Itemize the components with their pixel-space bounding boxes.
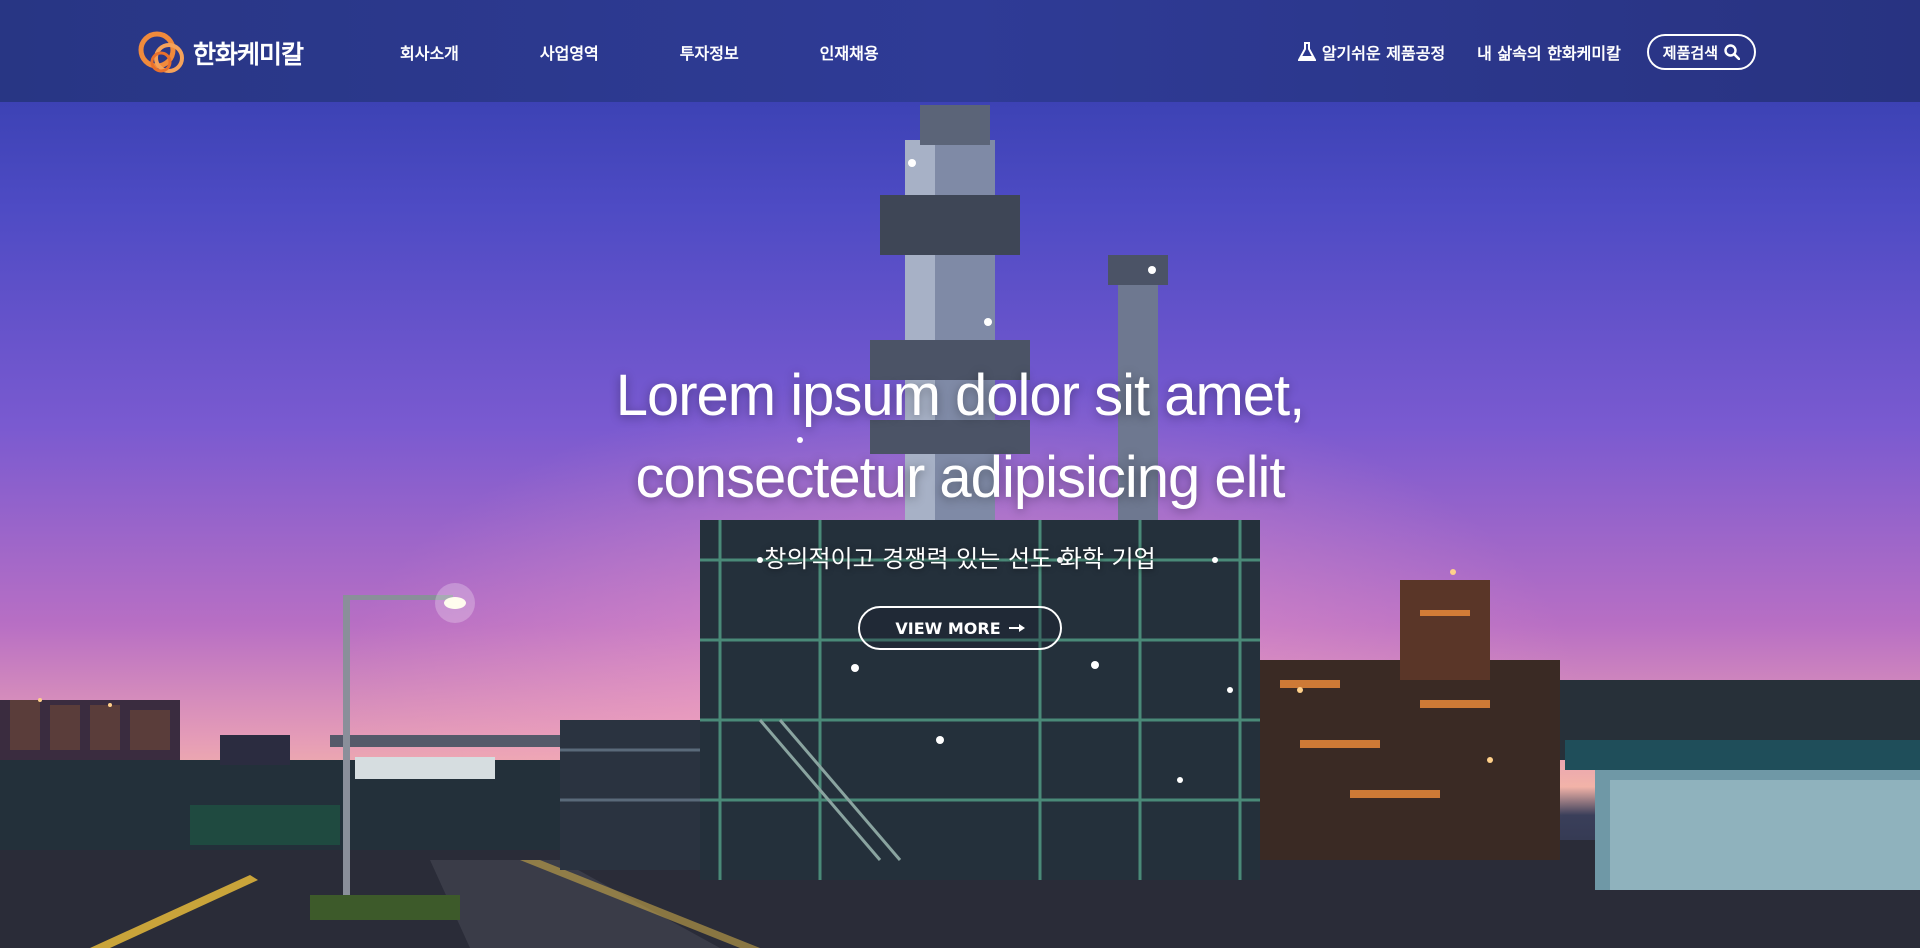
product-search-label: 제품검색 <box>1662 43 1718 62</box>
flask-icon <box>1297 42 1316 61</box>
hero-title-line-2: consectetur adipisicing elit <box>635 445 1285 510</box>
hero-subtitle: 창의적이고 경쟁력 있는 선도 화학 기업 <box>764 545 1156 573</box>
utility-links: 알기쉬운 제품공정 내 삶속의 한화케미칼 제품검색 <box>1297 34 1756 70</box>
product-process-label: 알기쉬운 제품공정 <box>1321 44 1446 63</box>
nav-item-investor[interactable]: 투자정보 <box>680 40 739 64</box>
logo-mark <box>138 31 184 73</box>
view-more-button[interactable]: VIEW MORE <box>858 606 1062 650</box>
search-icon <box>1724 44 1740 60</box>
hero-section: Lorem ipsum dolor sit amet, consectetur … <box>0 355 1920 650</box>
site-header: 한화케미칼 회사소개 사업영역 투자정보 인재채용 알기쉬운 제품공정 내 삶속… <box>0 0 1920 102</box>
product-process-link[interactable]: 알기쉬운 제품공정 <box>1297 40 1446 64</box>
page: 한화케미칼 회사소개 사업영역 투자정보 인재채용 알기쉬운 제품공정 내 삶속… <box>0 0 1920 948</box>
life-link[interactable]: 내 삶속의 한화케미칼 <box>1477 40 1621 64</box>
life-label: 내 삶속의 한화케미칼 <box>1477 44 1621 63</box>
hero-title-line-1: Lorem ipsum dolor sit amet, <box>615 363 1306 428</box>
arrow-right-icon <box>1008 624 1025 632</box>
view-more-label: VIEW MORE <box>895 618 1001 638</box>
hero-title: Lorem ipsum dolor sit amet, consectetur … <box>0 355 1920 519</box>
main-nav: 회사소개 사업영역 투자정보 인재채용 <box>400 40 960 64</box>
logo-text: 한화케미칼 <box>193 40 304 69</box>
nav-item-careers[interactable]: 인재채용 <box>820 40 879 64</box>
nav-item-business[interactable]: 사업영역 <box>540 40 599 64</box>
nav-item-about[interactable]: 회사소개 <box>400 40 459 64</box>
site-logo[interactable]: 한화케미칼 <box>135 28 304 78</box>
product-search-button[interactable]: 제품검색 <box>1646 34 1756 70</box>
